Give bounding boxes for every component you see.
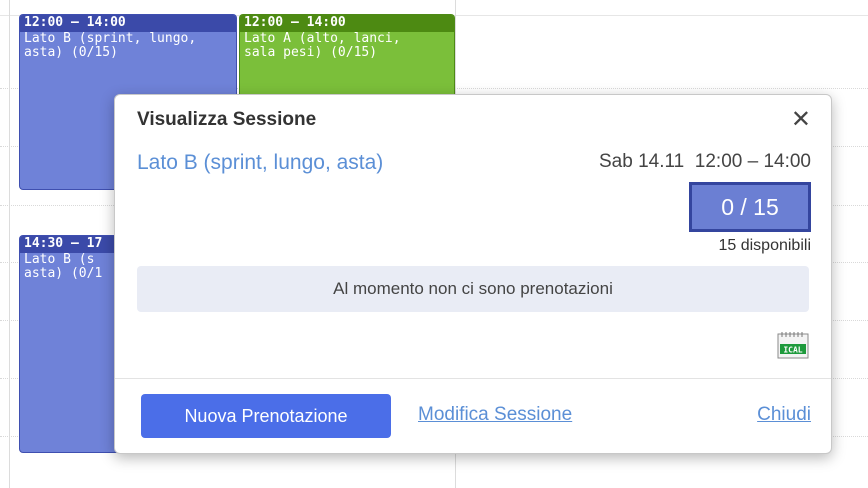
available-count: 15 disponibili	[718, 237, 811, 254]
session-date: Sab 14.11 12:00 – 14:00	[599, 151, 811, 172]
event-title: Lato B (sprint, lungo, asta) (0/15)	[24, 31, 197, 60]
session-popup: Visualizza Sessione ✕ Lato B (sprint, lu…	[114, 94, 832, 454]
ical-label: ICAL	[783, 346, 802, 355]
no-bookings-notice: Al momento non ci sono prenotazioni	[137, 266, 809, 312]
edit-session-link[interactable]: Modifica Sessione	[418, 404, 572, 426]
grid-column-line	[9, 0, 10, 488]
close-link[interactable]: Chiudi	[757, 404, 811, 426]
ical-icon[interactable]: ICAL	[775, 331, 811, 359]
event-title: Lato A (alto, lanci, sala pesi) (0/15)	[244, 31, 401, 60]
calendar-event[interactable]: 12:00 – 14:00 Lato A (alto, lanci, sala …	[239, 14, 455, 100]
session-name: Lato B (sprint, lungo, asta)	[137, 151, 384, 174]
close-icon[interactable]: ✕	[791, 105, 811, 134]
popup-title: Visualizza Sessione	[137, 109, 317, 130]
capacity-badge: 0 / 15	[689, 182, 811, 232]
event-time: 12:00 – 14:00	[240, 15, 454, 32]
footer-divider	[115, 378, 831, 379]
event-time: 12:00 – 14:00	[20, 15, 236, 32]
new-booking-button[interactable]: Nuova Prenotazione	[141, 394, 391, 438]
